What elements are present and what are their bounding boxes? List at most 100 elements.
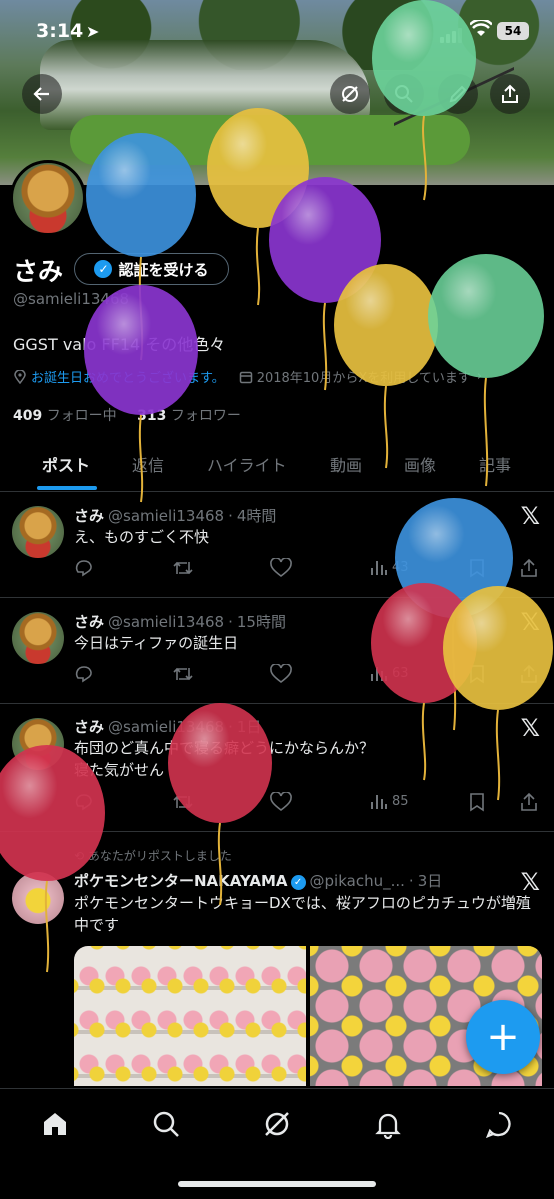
get-verified-label: 認証を受ける xyxy=(118,260,209,279)
calendar-icon xyxy=(239,371,252,383)
chevron-right-icon: › xyxy=(476,369,483,384)
reply-button[interactable] xyxy=(74,664,94,684)
post-avatar[interactable] xyxy=(12,872,64,924)
post[interactable]: さみ @samieli13468 · 15時間 𝕏 今日はティファの誕生日 63 xyxy=(0,598,554,704)
following-link[interactable]: 409 フォロー中 xyxy=(13,408,117,424)
balloon-yellow xyxy=(334,264,438,469)
followers-count: 313 xyxy=(137,408,167,424)
views-button[interactable]: 43 xyxy=(370,558,409,576)
nav-grok[interactable] xyxy=(260,1107,294,1141)
heart-icon xyxy=(270,558,292,578)
post-text: ポケモンセンタートウキョーDXでは、桜アフロのピカチュウが増殖中です xyxy=(74,894,531,934)
post-author: ポケモンセンターNAKAYAMA ✓ @pikachu_... · 3日 xyxy=(74,870,442,891)
tab-replies[interactable]: 返信 xyxy=(132,452,164,476)
repost-button[interactable] xyxy=(172,792,194,812)
share-icon xyxy=(521,792,537,811)
post[interactable]: さみ @samieli13468 · 4時間 𝕏 え、ものすごく不快 43 xyxy=(0,492,554,598)
post-time: 15時間 xyxy=(236,613,286,631)
share-post-button[interactable] xyxy=(520,558,538,578)
post-handle: @samieli13468 xyxy=(108,613,225,631)
post-avatar[interactable] xyxy=(12,506,64,558)
reply-button[interactable] xyxy=(74,792,94,812)
profile-meta: お誕生日おめでとうございます。 2018年10月からXを利用しています › xyxy=(13,367,543,386)
views-button[interactable]: 63 xyxy=(370,664,409,682)
birthday-link[interactable]: お誕生日おめでとうございます。 xyxy=(31,367,225,386)
views-button[interactable]: 85 xyxy=(370,792,409,810)
tab-videos[interactable]: 動画 xyxy=(330,452,362,476)
repost-icon xyxy=(173,667,193,681)
heart-icon xyxy=(270,664,292,684)
like-button[interactable] xyxy=(270,664,292,684)
compose-button[interactable]: + xyxy=(466,1000,540,1074)
home-icon xyxy=(44,1113,66,1135)
post-separator: · xyxy=(228,613,233,631)
edit-button[interactable] xyxy=(438,74,478,114)
search-icon xyxy=(395,85,413,103)
post[interactable]: さみ @samieli13468 · 1日 𝕏 布団のど真ん中で寝る癖どうにかならんか… xyxy=(0,704,554,832)
bookmark-icon xyxy=(470,793,484,812)
repost-icon xyxy=(173,561,193,575)
view-count: 63 xyxy=(392,665,409,681)
follow-stats: 409 フォロー中 313 フォロワー xyxy=(13,405,241,425)
profile-tabs: ポスト 返信 ハイライト 動画 画像 記事 xyxy=(0,446,554,492)
tab-posts[interactable]: ポスト xyxy=(42,452,90,476)
get-verified-button[interactable]: ✓ 認証を受ける xyxy=(74,253,229,285)
bookmark-button[interactable] xyxy=(468,558,486,578)
like-button[interactable] xyxy=(270,792,292,812)
tab-highlights[interactable]: ハイライト xyxy=(207,452,287,476)
grok-icon xyxy=(265,1112,289,1136)
balloon-purple xyxy=(269,177,381,391)
profile-avatar[interactable] xyxy=(10,160,86,236)
nav-notifications[interactable] xyxy=(371,1107,405,1141)
back-button[interactable] xyxy=(22,74,62,114)
status-time: 3:14 xyxy=(36,20,84,42)
tab-media[interactable]: 画像 xyxy=(404,452,436,476)
view-count: 85 xyxy=(392,793,409,809)
post-time: 4時間 xyxy=(236,507,277,525)
post-text-line: 布団のど真ん中で寝る癖どうにかならんか？ xyxy=(74,739,375,757)
reply-icon xyxy=(75,794,92,811)
post-handle: @samieli13468 xyxy=(108,507,225,525)
followers-link[interactable]: 313 フォロワー xyxy=(137,408,241,424)
location-pin-icon xyxy=(14,369,26,384)
repost-button[interactable] xyxy=(172,558,194,578)
pencil-icon xyxy=(449,85,467,103)
plus-icon: + xyxy=(486,1014,520,1060)
nav-messages[interactable] xyxy=(482,1107,516,1141)
nav-search[interactable] xyxy=(149,1107,183,1141)
post-avatar[interactable] xyxy=(12,612,64,664)
profile-name: さみ xyxy=(13,257,64,286)
post-author-name: さみ xyxy=(74,507,105,525)
post-image[interactable] xyxy=(74,946,306,1086)
battery-indicator: 54 xyxy=(497,22,529,40)
bookmark-button[interactable] xyxy=(468,792,486,812)
post-actions: 43 xyxy=(74,558,544,582)
post-author-name: さみ xyxy=(74,613,105,631)
post-author: さみ @samieli13468 · 1日 xyxy=(74,716,261,737)
grok-icon xyxy=(342,86,358,102)
repost-icon: ⟲ xyxy=(74,849,88,863)
view-count: 43 xyxy=(392,559,409,575)
status-bar: 3:14 ➤ 54 xyxy=(0,16,554,52)
reply-icon xyxy=(75,560,92,577)
post-separator: · xyxy=(408,872,414,890)
bookmark-button[interactable] xyxy=(468,664,486,684)
like-button[interactable] xyxy=(270,558,292,578)
share-post-button[interactable] xyxy=(520,664,538,684)
share-icon xyxy=(502,84,518,103)
share-button[interactable] xyxy=(490,74,530,114)
verified-badge-icon: ✓ xyxy=(290,875,306,890)
repost-button[interactable] xyxy=(172,664,194,684)
nav-home[interactable] xyxy=(38,1107,72,1141)
share-post-button[interactable] xyxy=(520,792,538,812)
post-author-name: ポケモンセンターNAKAYAMA xyxy=(74,872,288,890)
share-icon xyxy=(521,558,537,577)
reply-button[interactable] xyxy=(74,558,94,578)
share-icon xyxy=(521,664,537,683)
grok-button[interactable] xyxy=(330,74,370,114)
post-author-name: さみ xyxy=(74,718,105,736)
followers-label: フォロワー xyxy=(170,408,241,424)
post-avatar[interactable] xyxy=(12,718,64,770)
search-button[interactable] xyxy=(384,74,424,114)
tab-articles[interactable]: 記事 xyxy=(479,452,511,476)
